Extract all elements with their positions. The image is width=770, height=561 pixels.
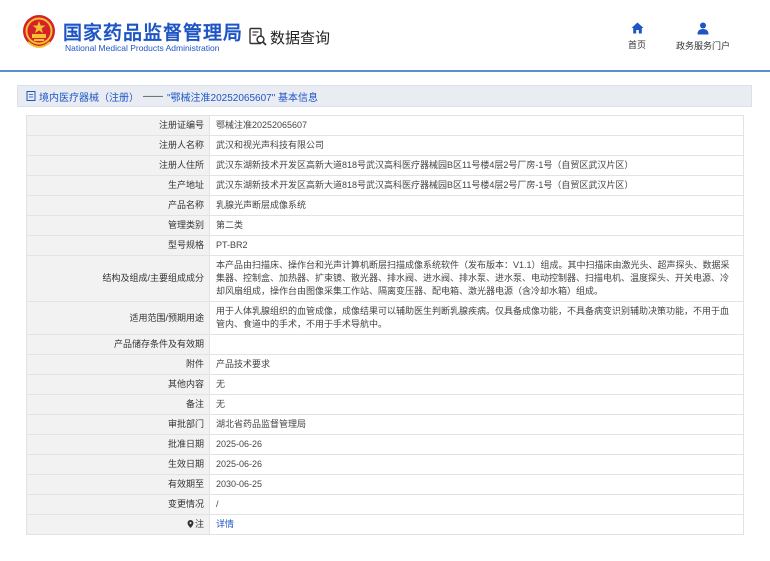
field-value: 2025-06-26	[209, 454, 744, 475]
field-label: 批准日期	[26, 434, 210, 455]
nav-service-portal[interactable]: 政务服务门户	[676, 22, 730, 52]
field-label: 生效日期	[26, 454, 210, 475]
field-value: 无	[209, 394, 744, 415]
field-value: 湖北省药品监督管理局	[209, 414, 744, 435]
field-label: 变更情况	[26, 494, 210, 515]
field-label: 注	[26, 514, 210, 535]
table-row: 其他内容无	[26, 374, 744, 395]
map-pin-icon	[187, 520, 194, 528]
table-row: 有效期至 2030-06-25	[26, 474, 744, 495]
table-row: 附件 产品技术要求	[26, 354, 744, 375]
field-value: /	[209, 494, 744, 515]
table-row: 生效日期 2025-06-26	[26, 454, 744, 475]
data-query-title: 数据查询	[248, 26, 330, 48]
breadcrumb-separator: ——	[143, 90, 163, 102]
table-row: 管理类别 第二类	[26, 215, 744, 236]
field-label: 注册证编号	[26, 115, 210, 136]
breadcrumb-title: "鄂械注准20252065607" 基本信息	[167, 92, 319, 104]
field-label: 结构及组成/主要组成成分	[26, 255, 210, 302]
field-value	[209, 334, 744, 355]
field-label: 其他内容	[26, 374, 210, 395]
table-row: 产品名称 乳腺光声断层成像系统	[26, 195, 744, 216]
field-label: 附件	[26, 354, 210, 375]
field-value: 本产品由扫描床、操作台和光声计算机断层扫描成像系统软件（发布版本：V1.1）组成…	[209, 255, 744, 302]
field-label: 产品名称	[26, 195, 210, 216]
field-value: 用于人体乳腺组织的血管成像，成像结果可以辅助医生判断乳腺疾病。仅具备成像功能，不…	[209, 301, 744, 335]
table-row: 备注无	[26, 394, 744, 415]
field-value: 2025-06-26	[209, 434, 744, 455]
field-value: 武汉东湖新技术开发区高新大道818号武汉高科医疗器械园B区11号楼4层2号厂房-…	[209, 155, 744, 176]
table-row: 审批部门 湖北省药品监督管理局	[26, 414, 744, 435]
field-label: 型号规格	[26, 235, 210, 256]
document-search-icon	[249, 27, 267, 46]
table-row: 注册证编号 鄂械注准20252065607	[26, 115, 744, 136]
data-query-label: 数据查询	[270, 29, 331, 47]
field-label: 备注	[26, 394, 210, 415]
field-label: 管理类别	[26, 215, 210, 236]
breadcrumb: 境内医疗器械（注册） —— "鄂械注准20252065607" 基本信息	[17, 85, 752, 107]
field-label: 生产地址	[26, 175, 210, 196]
table-row: 批准日期 2025-06-26	[26, 434, 744, 455]
field-label: 有效期至	[26, 474, 210, 495]
table-row: 注册人名称 武汉和视光声科技有限公司	[26, 135, 744, 156]
field-value: PT-BR2	[209, 235, 744, 256]
field-value: 鄂械注准20252065607	[209, 115, 744, 136]
header-divider	[0, 70, 770, 72]
home-icon	[631, 22, 643, 34]
field-value: 详情	[209, 514, 744, 535]
table-row: 型号规格 PT-BR2	[26, 235, 744, 256]
user-icon	[697, 22, 709, 35]
details-link[interactable]: 详情	[216, 519, 234, 529]
field-value: 武汉东湖新技术开发区高新大道818号武汉高科医疗器械园B区11号楼4层2号厂房-…	[209, 175, 744, 196]
table-row: 注 详情	[26, 514, 744, 535]
field-value: 产品技术要求	[209, 354, 744, 375]
table-row: 变更情况 /	[26, 494, 744, 515]
field-label: 审批部门	[26, 414, 210, 435]
table-row: 结构及组成/主要组成成分 本产品由扫描床、操作台和光声计算机断层扫描成像系统软件（…	[26, 255, 744, 302]
agency-name[interactable]: 国家药品监督管理局	[63, 18, 243, 45]
nav-service-portal-label: 政务服务门户	[676, 41, 731, 51]
table-row: 注册人住所 武汉东湖新技术开发区高新大道818号武汉高科医疗器械园B区11号楼4层…	[26, 155, 744, 176]
document-icon	[26, 91, 36, 101]
table-row: 适用范围/预期用途 用于人体乳腺组织的血管成像，成像结果可以辅助医生判断乳腺疾病。…	[26, 301, 744, 335]
nav-home-label: 首页	[628, 40, 647, 50]
table-row: 产品储存条件及有效期	[26, 334, 744, 355]
national-emblem-icon	[23, 15, 55, 48]
site-header: 国家药品监督管理局 National Medical Products Admi…	[0, 0, 770, 70]
note-label: 注	[194, 519, 204, 529]
field-value: 无	[209, 374, 744, 395]
field-value: 乳腺光声断层成像系统	[209, 195, 744, 216]
agency-name-english: National Medical Products Administration	[65, 43, 220, 53]
table-row: 生产地址 武汉东湖新技术开发区高新大道818号武汉高科医疗器械园B区11号楼4层2…	[26, 175, 744, 196]
field-label: 适用范围/预期用途	[26, 301, 210, 335]
registration-info-table: 注册证编号 鄂械注准20252065607 注册人名称 武汉和视光声科技有限公司 注册人…	[26, 115, 744, 535]
field-value: 2030-06-25	[209, 474, 744, 495]
breadcrumb-section-link[interactable]: 境内医疗器械（注册）	[39, 89, 139, 104]
field-label: 注册人名称	[26, 135, 210, 156]
nav-home[interactable]: 首页	[628, 22, 646, 51]
field-label: 注册人住所	[26, 155, 210, 176]
field-value: 第二类	[209, 215, 744, 236]
field-value: 武汉和视光声科技有限公司	[209, 135, 744, 156]
field-label: 产品储存条件及有效期	[26, 334, 210, 355]
